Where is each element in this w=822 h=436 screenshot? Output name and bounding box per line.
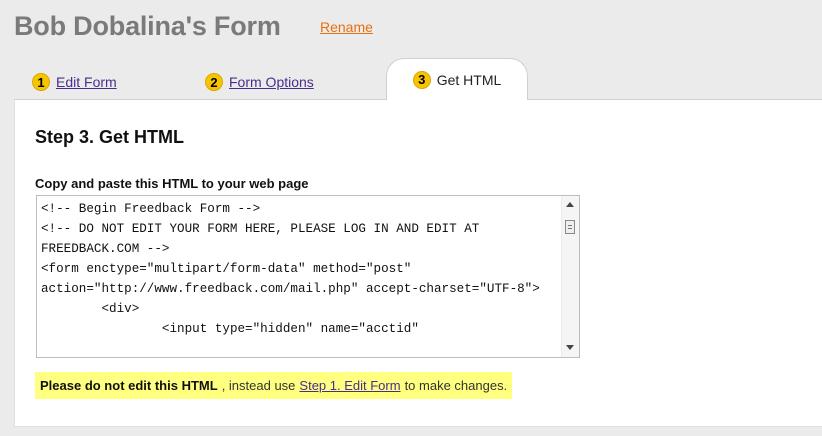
notice-text-after: to make changes. (404, 378, 508, 393)
edit-warning-notice: Please do not edit this HTML , instead u… (35, 372, 513, 399)
step-1-badge-icon: 1 (32, 73, 50, 91)
step-1-edit-form-link[interactable]: Step 1. Edit Form (299, 378, 400, 393)
code-scrollbar[interactable] (561, 196, 579, 357)
copy-label: Copy and paste this HTML to your web pag… (35, 176, 309, 191)
get-html-panel: Step 3. Get HTML Copy and paste this HTM… (14, 99, 822, 427)
tab-form-options[interactable]: 2 Form Options (205, 66, 314, 98)
notice-bold-text: Please do not edit this HTML (40, 378, 218, 393)
step-heading: Step 3. Get HTML (35, 127, 185, 147)
html-code-textarea[interactable]: <!-- Begin Freedback Form --> <!-- DO NO… (36, 195, 580, 358)
scroll-up-arrow-icon[interactable] (566, 202, 574, 207)
rename-link[interactable]: Rename (320, 19, 373, 35)
html-code-text[interactable]: <!-- Begin Freedback Form --> <!-- DO NO… (41, 199, 549, 339)
tab-form-options-label[interactable]: Form Options (229, 74, 314, 90)
tab-edit-form[interactable]: 1 Edit Form (32, 66, 117, 98)
scroll-down-arrow-icon[interactable] (566, 345, 574, 350)
tab-get-html-label: Get HTML (436, 71, 502, 88)
page: Bob Dobalina's Form Rename 1 Edit Form 2… (0, 0, 822, 436)
scroll-thumb[interactable] (565, 220, 575, 234)
tab-get-html[interactable]: 3 Get HTML (386, 58, 528, 100)
notice-text-before: , instead use (221, 378, 296, 393)
step-2-badge-icon: 2 (205, 73, 223, 91)
step-3-badge-icon: 3 (412, 70, 431, 89)
form-title: Bob Dobalina's Form (14, 11, 281, 41)
tab-edit-form-label[interactable]: Edit Form (56, 74, 117, 90)
